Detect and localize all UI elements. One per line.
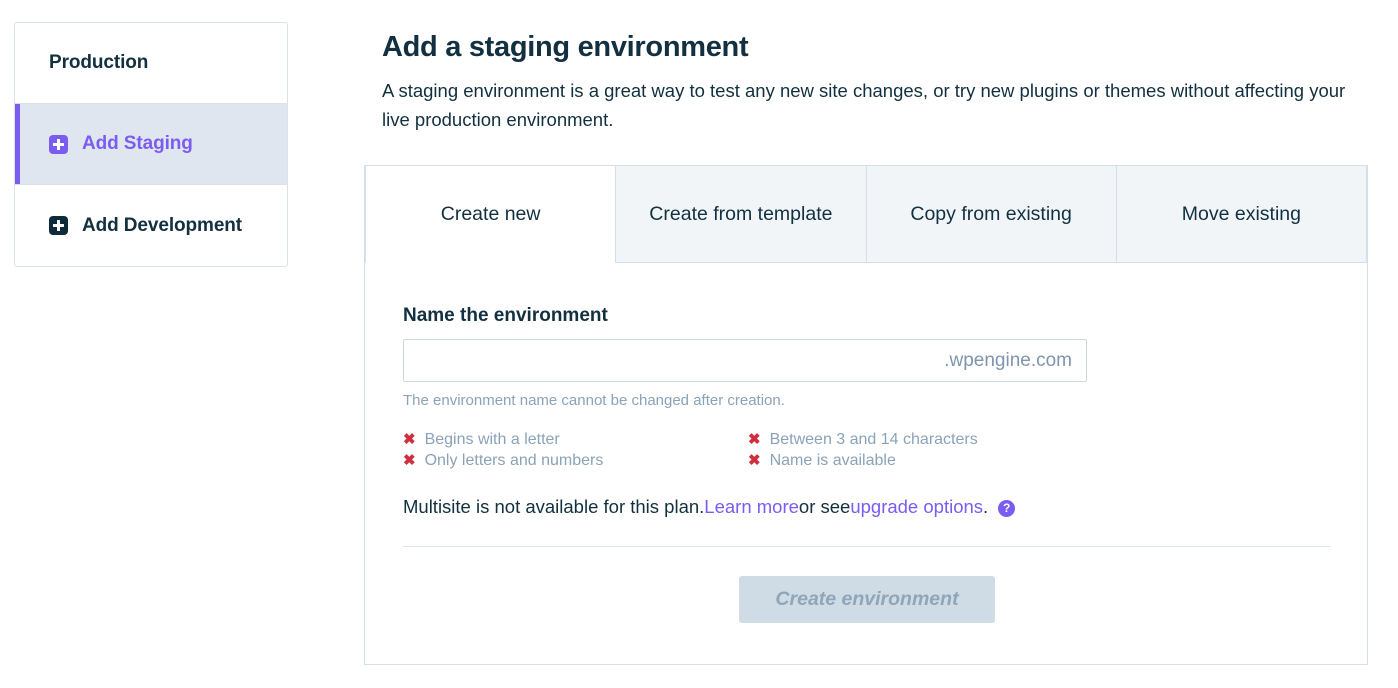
create-new-panel: Name the environment .wpengine.com The e… bbox=[365, 263, 1367, 623]
multisite-text-middle: or see bbox=[798, 496, 851, 517]
multisite-notice: Multisite is not available for this plan… bbox=[403, 496, 1329, 518]
tab-create-from-template[interactable]: Create from template bbox=[616, 165, 867, 263]
tab-create-new[interactable]: Create new bbox=[365, 165, 617, 263]
environment-name-helper-text: The environment name cannot be changed a… bbox=[403, 392, 785, 409]
validation-rule: ✖ Begins with a letter bbox=[403, 431, 748, 449]
page-title: Add a staging environment bbox=[382, 31, 749, 63]
validation-rule: ✖ Only letters and numbers bbox=[403, 452, 748, 470]
tab-label: Copy from existing bbox=[910, 202, 1072, 225]
cross-icon: ✖ bbox=[403, 431, 416, 448]
validation-rules-list: ✖ Begins with a letter ✖ Between 3 and 1… bbox=[403, 431, 1023, 470]
sidebar-item-add-staging[interactable]: Add Staging bbox=[15, 104, 287, 185]
tab-copy-from-existing[interactable]: Copy from existing bbox=[866, 165, 1117, 263]
plus-square-icon bbox=[49, 216, 68, 235]
sidebar-item-label-add-staging: Add Staging bbox=[82, 133, 193, 154]
cross-icon: ✖ bbox=[748, 431, 761, 448]
panel-divider bbox=[403, 546, 1331, 547]
tab-move-existing[interactable]: Move existing bbox=[1116, 165, 1367, 263]
submit-row: Create environment bbox=[403, 576, 1331, 623]
cross-icon: ✖ bbox=[748, 452, 761, 469]
environment-name-label: Name the environment bbox=[403, 305, 608, 326]
environment-creation-card: Create new Create from template Copy fro… bbox=[364, 165, 1368, 665]
validation-rule-label: Only letters and numbers bbox=[424, 452, 604, 469]
environments-sidebar: Production Add Staging Add Development bbox=[14, 22, 288, 267]
sidebar-item-add-development[interactable]: Add Development bbox=[15, 185, 287, 266]
tab-label: Create new bbox=[440, 202, 541, 225]
sidebar-item-label-production: Production bbox=[49, 52, 149, 73]
upgrade-options-link[interactable]: upgrade options bbox=[850, 496, 983, 518]
page-description: A staging environment is a great way to … bbox=[382, 80, 1346, 130]
cross-icon: ✖ bbox=[403, 452, 416, 469]
sidebar-item-production[interactable]: Production bbox=[15, 23, 287, 104]
tab-label: Create from template bbox=[649, 202, 833, 225]
validation-rule-label: Name is available bbox=[769, 452, 896, 469]
sidebar-item-label-add-development: Add Development bbox=[82, 214, 243, 236]
environment-name-input[interactable] bbox=[404, 340, 1086, 381]
validation-rule-label: Between 3 and 14 characters bbox=[769, 431, 978, 448]
validation-rule: ✖ Name is available bbox=[748, 452, 1023, 470]
plus-square-icon bbox=[49, 134, 68, 154]
tab-label: Move existing bbox=[1181, 202, 1301, 225]
main-content: Add a staging environment A staging envi… bbox=[364, 0, 1398, 665]
multisite-text-after: . bbox=[983, 496, 989, 517]
multisite-text-before: Multisite is not available for this plan… bbox=[403, 496, 705, 517]
learn-more-link[interactable]: Learn more bbox=[704, 496, 799, 518]
validation-rule-label: Begins with a letter bbox=[424, 431, 560, 448]
environment-name-field[interactable]: .wpengine.com bbox=[403, 339, 1087, 382]
tab-bar: Create new Create from template Copy fro… bbox=[365, 165, 1367, 263]
help-question-icon[interactable]: ? bbox=[998, 499, 1016, 517]
validation-rule: ✖ Between 3 and 14 characters bbox=[748, 431, 1023, 449]
create-environment-button[interactable]: Create environment bbox=[739, 576, 995, 623]
